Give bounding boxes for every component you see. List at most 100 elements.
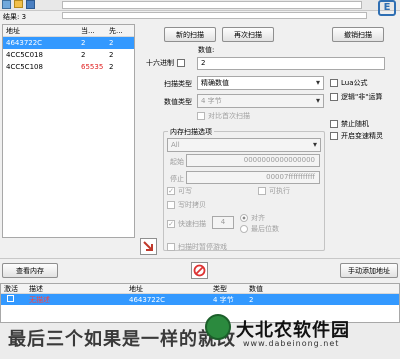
- results-rows: 4643722C 2 2 4CC5C018 2 2 4CC5C108 65535 2: [3, 37, 134, 73]
- stop-label: 停止: [170, 175, 184, 183]
- executable-checkbox[interactable]: 可执行: [258, 186, 290, 196]
- address-value: 2: [249, 295, 254, 304]
- addr-col-active[interactable]: 激活: [1, 284, 29, 294]
- open-folder-icon[interactable]: [14, 0, 23, 8]
- writable-box[interactable]: ✓: [167, 187, 175, 195]
- fast-scan-checkbox[interactable]: ✓ 快速扫描: [167, 219, 206, 229]
- lua-formula-box[interactable]: [330, 79, 338, 87]
- address-address: 4643722C: [129, 295, 166, 304]
- speedhack-box[interactable]: [330, 132, 338, 140]
- disable-random-checkbox[interactable]: 禁止随机: [330, 119, 369, 129]
- copy-on-write-label: 写时拷贝: [178, 201, 206, 209]
- value-type-label: 数值类型: [164, 98, 192, 106]
- hex-checkbox-box[interactable]: [177, 59, 185, 67]
- fast-scan-box[interactable]: ✓: [167, 220, 175, 228]
- start-address-input[interactable]: 0000000000000000: [186, 154, 320, 167]
- results-col-previous[interactable]: 先...: [109, 26, 134, 36]
- new-scan-button[interactable]: 新的扫描: [164, 27, 216, 42]
- save-icon[interactable]: [26, 0, 35, 9]
- lua-formula-checkbox[interactable]: Lua公式: [330, 78, 368, 88]
- pause-game-label: 扫描时暂停游戏: [178, 243, 227, 251]
- writable-label: 可写: [178, 187, 192, 195]
- fast-scan-label: 快速扫描: [178, 220, 206, 228]
- results-header: 地址 当... 先...: [3, 25, 134, 37]
- compare-first-checkbox[interactable]: 对比首次扫描: [197, 111, 250, 121]
- address-rows: 无描述 4643722C 4 字节 2: [1, 294, 399, 305]
- results-row[interactable]: 4643722C 2 2: [3, 37, 134, 49]
- address-active-checkbox[interactable]: [1, 295, 29, 304]
- value-type-select[interactable]: 4 字节: [197, 94, 324, 108]
- address-row[interactable]: 无描述 4643722C 4 字节 2: [1, 294, 399, 305]
- results-col-current[interactable]: 当...: [81, 26, 109, 36]
- toolbar: E: [0, 0, 400, 16]
- not-logic-box[interactable]: [330, 93, 338, 101]
- pause-game-checkbox[interactable]: 扫描时暂停游戏: [167, 242, 227, 252]
- addr-col-value[interactable]: 数值: [249, 284, 289, 294]
- view-memory-button[interactable]: 查看内存: [2, 263, 58, 278]
- cheat-engine-logo[interactable]: E: [378, 0, 396, 16]
- disable-random-box[interactable]: [330, 120, 338, 128]
- executable-label: 可执行: [269, 187, 290, 195]
- start-label: 起始: [170, 158, 184, 166]
- stop-address-input[interactable]: 00007fffffffffff: [186, 171, 320, 184]
- results-list: 地址 当... 先... 4643722C 2 2 4CC5C018 2 2 4CC5C10…: [2, 24, 135, 238]
- results-current: 65535: [81, 63, 104, 71]
- last-digits-label: 最后位数: [251, 225, 279, 233]
- not-logic-label: 逻辑"非"运算: [341, 93, 383, 101]
- copy-on-write-checkbox[interactable]: 写时拷贝: [167, 200, 206, 210]
- results-previous: 2: [109, 63, 114, 71]
- alignment-radio[interactable]: 对齐: [240, 213, 265, 223]
- watermark-url: www.dabeinong.net: [243, 339, 340, 348]
- process-title-bar: [62, 1, 362, 9]
- compare-first-label: 对比首次扫描: [208, 112, 250, 120]
- address-active-box[interactable]: [7, 295, 14, 302]
- hex-checkbox[interactable]: 十六进制: [146, 58, 185, 68]
- not-logic-checkbox[interactable]: 逻辑"非"运算: [330, 92, 382, 102]
- addr-col-description[interactable]: 描述: [29, 284, 129, 294]
- alignment-radio-dot[interactable]: [240, 214, 248, 222]
- address-description: 无描述: [29, 295, 50, 304]
- next-scan-button[interactable]: 再次扫描: [222, 27, 274, 42]
- speedhack-checkbox[interactable]: 开启变速精灵: [330, 131, 383, 141]
- results-current: 2: [81, 51, 86, 59]
- compare-first-box[interactable]: [197, 112, 205, 120]
- add-address-button[interactable]: 手动添加地址: [340, 263, 398, 278]
- writable-checkbox[interactable]: ✓ 可写: [167, 186, 192, 196]
- memory-region-select[interactable]: All: [167, 138, 321, 152]
- add-to-list-arrow-icon[interactable]: [140, 238, 157, 255]
- undo-scan-button[interactable]: 撤销扫描: [332, 27, 384, 42]
- pause-game-box[interactable]: [167, 243, 175, 251]
- results-row[interactable]: 4CC5C108 65535 2: [3, 61, 134, 73]
- results-previous: 2: [109, 39, 114, 47]
- last-digits-radio[interactable]: 最后位数: [240, 224, 279, 234]
- caption-text: 最后三个如果是一样的就改: [8, 329, 236, 350]
- results-col-address[interactable]: 地址: [3, 26, 81, 36]
- results-current: 2: [81, 39, 86, 47]
- last-digits-radio-dot[interactable]: [240, 225, 248, 233]
- results-count: 结果: 3: [3, 13, 27, 21]
- speedhack-label: 开启变速精灵: [341, 132, 383, 140]
- disable-random-label: 禁止随机: [341, 120, 369, 128]
- scan-type-select[interactable]: 精确数值: [197, 76, 324, 90]
- address-list-header: 激活 描述 地址 类型 数值: [1, 284, 399, 294]
- copy-on-write-box[interactable]: [167, 201, 175, 209]
- addr-col-type[interactable]: 类型: [213, 284, 249, 294]
- lua-formula-label: Lua公式: [341, 79, 368, 87]
- results-previous: 2: [109, 51, 114, 59]
- stop-icon[interactable]: [191, 262, 208, 279]
- hex-label: 十六进制: [146, 59, 174, 67]
- executable-box[interactable]: [258, 187, 266, 195]
- results-address: 4643722C: [6, 39, 43, 47]
- results-address: 4CC5C108: [6, 63, 43, 71]
- bottom-separator: [0, 258, 400, 259]
- addr-col-address[interactable]: 地址: [129, 284, 213, 294]
- results-address: 4CC5C018: [6, 51, 43, 59]
- open-process-icon[interactable]: [2, 0, 11, 9]
- results-row[interactable]: 4CC5C018 2 2: [3, 49, 134, 61]
- address-type: 4 字节: [213, 295, 234, 304]
- alignment-label: 对齐: [251, 214, 265, 222]
- value-label: 数值:: [198, 46, 215, 54]
- value-input[interactable]: 2: [197, 57, 385, 70]
- fast-scan-input[interactable]: 4: [212, 216, 234, 229]
- memory-options-label: 内存扫描选项: [168, 127, 214, 137]
